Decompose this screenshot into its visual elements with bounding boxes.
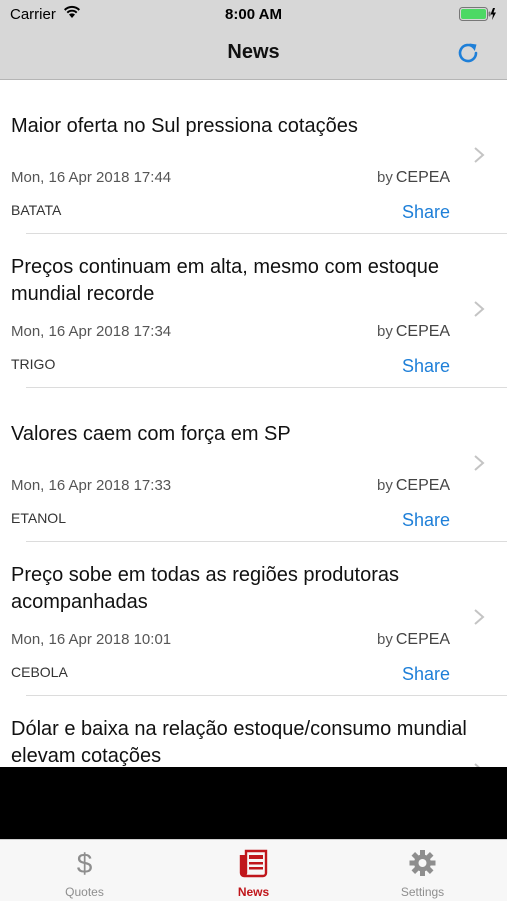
news-category: TRIGO: [11, 356, 56, 372]
navigation-bar: News: [0, 28, 507, 80]
news-title: Valores caem com força em SP: [11, 423, 291, 445]
news-title: Preço sobe em todas as regiões produtora…: [11, 564, 399, 613]
share-button[interactable]: Share: [402, 664, 450, 685]
status-bar: Carrier 8:00 AM: [0, 0, 507, 28]
share-button[interactable]: Share: [402, 356, 450, 377]
chevron-right-icon: [474, 455, 485, 471]
chevron-right-icon: [474, 147, 485, 163]
black-overlay: [0, 767, 507, 839]
dollar-icon: $: [77, 848, 93, 878]
news-date: Mon, 16 Apr 2018 10:01: [11, 631, 172, 648]
news-item[interactable]: Dólar e baixa na relação estoque/consumo…: [0, 696, 507, 767]
news-author: by CEPEA: [377, 323, 450, 341]
by-label: by: [377, 169, 393, 186]
news-title: Dólar e baixa na relação estoque/consumo…: [11, 718, 467, 767]
news-category: BATATA: [11, 202, 62, 218]
gear-icon: [409, 850, 436, 876]
news-item[interactable]: Valores caem com força em SP Mon, 16 Apr…: [0, 388, 507, 542]
tab-label: News: [237, 885, 270, 899]
news-list[interactable]: Maior oferta no Sul pressiona cotações M…: [0, 80, 507, 767]
news-date: Mon, 16 Apr 2018 17:34: [11, 323, 172, 340]
source-name: CEPEA: [395, 631, 451, 648]
news-date: Mon, 16 Apr 2018 17:33: [11, 477, 172, 494]
tab-settings[interactable]: Settings: [338, 840, 507, 901]
source-name: CEPEA: [395, 169, 451, 186]
svg-text:$: $: [77, 848, 93, 878]
share-button[interactable]: Share: [402, 510, 450, 531]
chevron-right-icon: [474, 609, 485, 625]
tab-label: Quotes: [65, 885, 104, 899]
tab-bar: $ Quotes News Settings: [0, 839, 507, 901]
news-title: Preços continuam em alta, mesmo com esto…: [11, 256, 439, 305]
news-item[interactable]: Preço sobe em todas as regiões produtora…: [0, 542, 507, 696]
tab-label: Settings: [400, 885, 445, 899]
news-author: by CEPEA: [377, 169, 450, 187]
by-label: by: [377, 631, 393, 648]
by-label: by: [377, 477, 393, 494]
news-item[interactable]: Maior oferta no Sul pressiona cotações M…: [0, 80, 507, 234]
chevron-right-icon: [474, 301, 485, 317]
by-label: by: [377, 323, 393, 340]
battery-icon: [459, 7, 496, 21]
tab-quotes[interactable]: $ Quotes: [0, 840, 169, 901]
news-author: by CEPEA: [377, 631, 450, 649]
tab-news[interactable]: News: [169, 840, 338, 901]
news-author: by CEPEA: [377, 477, 450, 495]
news-category: CEBOLA: [11, 664, 68, 680]
newspaper-icon: [239, 849, 268, 878]
source-name: CEPEA: [395, 323, 451, 340]
news-title: Maior oferta no Sul pressiona cotações: [11, 115, 358, 137]
share-button[interactable]: Share: [402, 202, 450, 223]
refresh-icon[interactable]: [455, 40, 481, 66]
page-title: News: [227, 41, 280, 63]
news-item[interactable]: Preços continuam em alta, mesmo com esto…: [0, 234, 507, 388]
news-date: Mon, 16 Apr 2018 17:44: [11, 169, 172, 186]
source-name: CEPEA: [395, 477, 451, 494]
news-category: ETANOL: [11, 510, 66, 526]
clock-time: 8:00 AM: [225, 6, 282, 23]
